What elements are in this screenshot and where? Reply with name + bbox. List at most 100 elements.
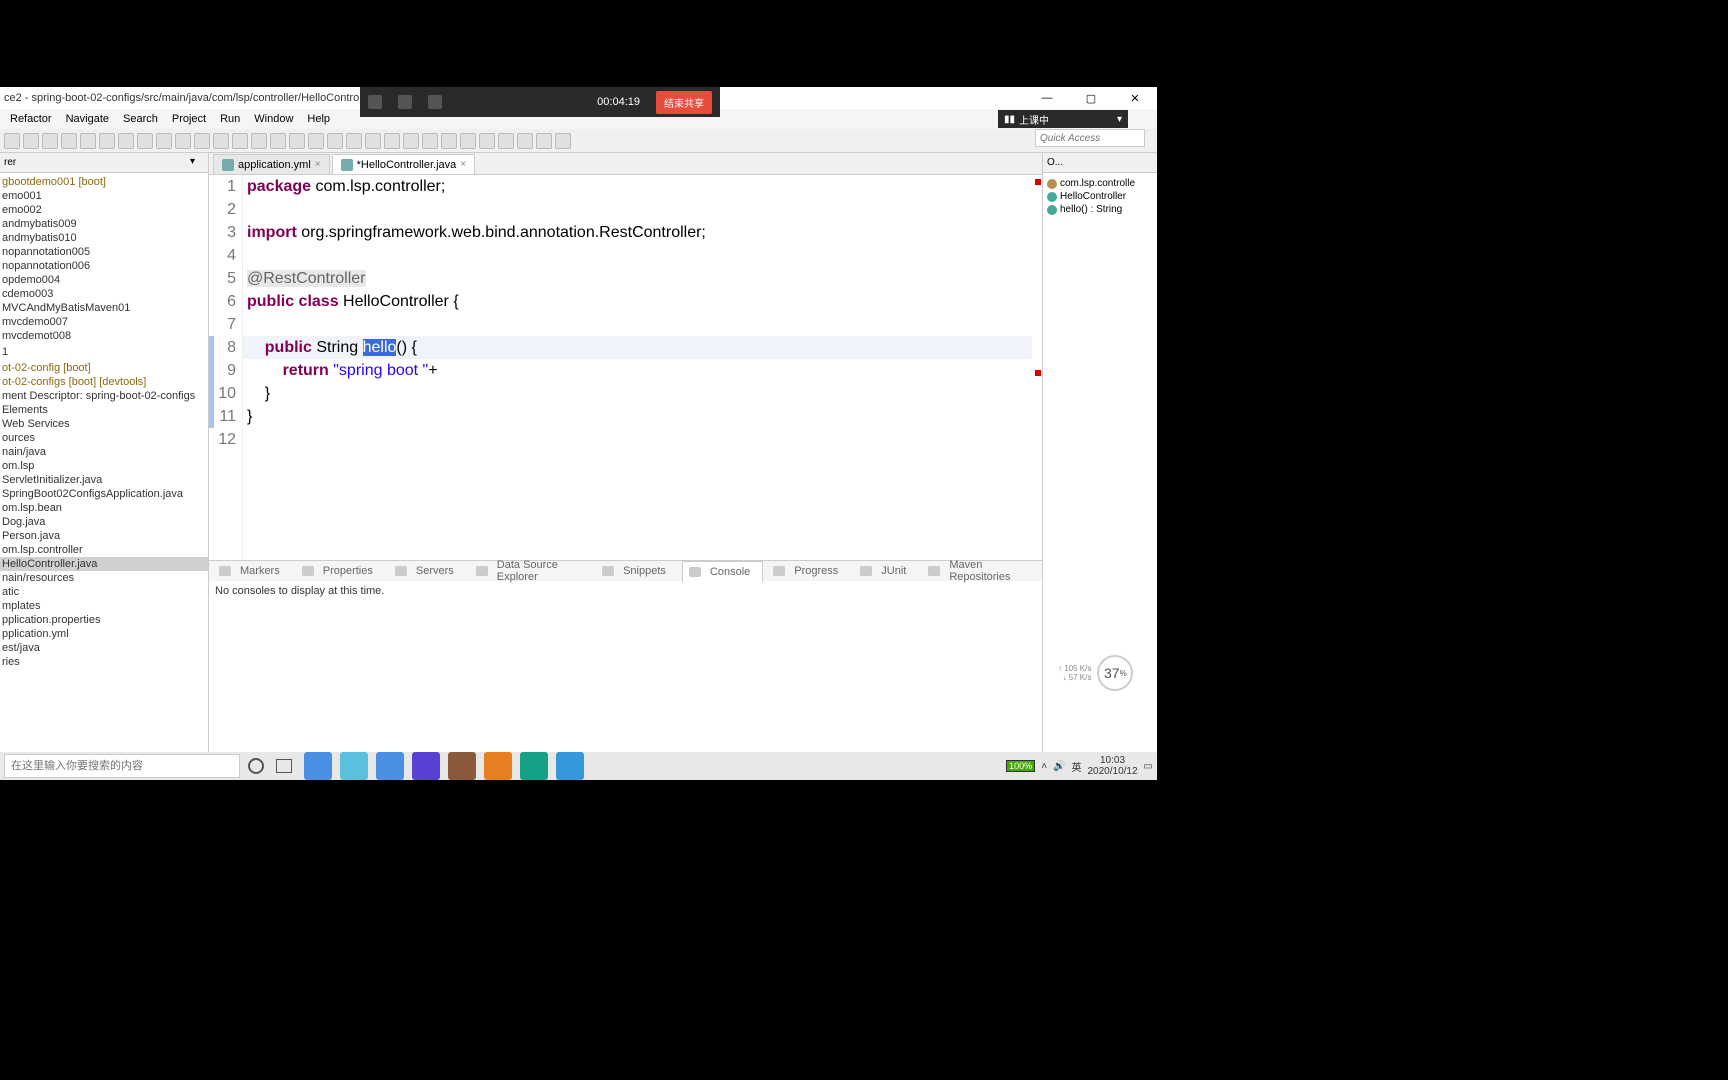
tree-item[interactable]: ot-02-configs [boot] [devtools] bbox=[0, 375, 208, 389]
mic-icon[interactable] bbox=[368, 95, 382, 109]
battery-indicator[interactable]: 100% bbox=[1006, 760, 1035, 772]
maximize-button[interactable]: ▢ bbox=[1069, 87, 1113, 109]
console-tab-servers[interactable]: Servers bbox=[389, 561, 466, 581]
menu-help[interactable]: Help bbox=[301, 111, 336, 127]
menu-refactor[interactable]: Refactor bbox=[4, 111, 58, 127]
tree-item[interactable]: emo001 bbox=[0, 189, 208, 203]
toolbar-icon[interactable] bbox=[42, 133, 58, 149]
tree-item[interactable]: gbootdemo001 [boot] bbox=[0, 175, 208, 189]
code-lines[interactable]: package com.lsp.controller;import org.sp… bbox=[243, 175, 1042, 560]
tree-item[interactable]: SpringBoot02ConfigsApplication.java bbox=[0, 487, 208, 501]
tree-item[interactable]: cdemo003 bbox=[0, 287, 208, 301]
outline-item[interactable]: hello() : String bbox=[1045, 203, 1155, 216]
clock[interactable]: 10:03 2020/10/12 bbox=[1087, 755, 1137, 777]
cortana-icon[interactable] bbox=[248, 758, 264, 774]
toolbar-icon[interactable] bbox=[194, 133, 210, 149]
console-tab-snippets[interactable]: Snippets bbox=[596, 561, 678, 581]
outline-tree[interactable]: com.lsp.controlleHelloControllerhello() … bbox=[1043, 173, 1157, 220]
app-icon[interactable] bbox=[304, 752, 332, 780]
toolbar-icon[interactable] bbox=[346, 133, 362, 149]
toolbar-icon[interactable] bbox=[175, 133, 191, 149]
toolbar-icon[interactable] bbox=[308, 133, 324, 149]
notifications-icon[interactable]: ▭ bbox=[1144, 761, 1153, 772]
outline-item[interactable]: com.lsp.controlle bbox=[1045, 177, 1155, 190]
quick-access-input[interactable] bbox=[1035, 129, 1145, 147]
stop-share-button[interactable]: 结束共享 bbox=[656, 91, 712, 114]
error-marker-icon[interactable] bbox=[1035, 179, 1041, 185]
app-icon[interactable] bbox=[412, 752, 440, 780]
tree-item[interactable]: Person.java bbox=[0, 529, 208, 543]
tree-item[interactable]: nain/resources bbox=[0, 571, 208, 585]
tree-item[interactable]: ment Descriptor: spring-boot-02-configs bbox=[0, 389, 208, 403]
minimize-button[interactable]: — bbox=[1025, 87, 1069, 109]
menu-project[interactable]: Project bbox=[166, 111, 212, 127]
code-editor[interactable]: 123456789101112 package com.lsp.controll… bbox=[209, 175, 1042, 560]
toolbar-icon[interactable] bbox=[536, 133, 552, 149]
status-dropdown[interactable]: ▮▮ 上课中 ▾ bbox=[998, 110, 1128, 128]
project-tree[interactable]: gbootdemo001 [boot]emo001emo002andmybati… bbox=[0, 173, 208, 760]
collapse-icon[interactable]: ▾ bbox=[190, 156, 204, 170]
app-icon[interactable] bbox=[520, 752, 548, 780]
outline-item[interactable]: HelloController bbox=[1045, 190, 1155, 203]
taskbar-search-input[interactable] bbox=[4, 754, 240, 778]
close-tab-icon[interactable]: × bbox=[460, 159, 466, 170]
console-tab-properties[interactable]: Properties bbox=[296, 561, 385, 581]
screen-icon[interactable] bbox=[428, 95, 442, 109]
tree-item[interactable]: HelloController.java bbox=[0, 557, 208, 571]
tree-item[interactable]: nopannotation006 bbox=[0, 259, 208, 273]
toolbar-icon[interactable] bbox=[270, 133, 286, 149]
console-tab-junit[interactable]: JUnit bbox=[854, 561, 918, 581]
editor-tab[interactable]: *HelloController.java× bbox=[332, 154, 476, 174]
toolbar-icon[interactable] bbox=[555, 133, 571, 149]
toolbar-icon[interactable] bbox=[80, 133, 96, 149]
tree-item[interactable]: Elements bbox=[0, 403, 208, 417]
tree-item[interactable]: opdemo004 bbox=[0, 273, 208, 287]
tree-item[interactable]: atic bbox=[0, 585, 208, 599]
tree-item[interactable]: om.lsp bbox=[0, 459, 208, 473]
tree-item[interactable]: mvcdemo007 bbox=[0, 315, 208, 329]
tree-item[interactable]: emo002 bbox=[0, 203, 208, 217]
app-icon[interactable] bbox=[484, 752, 512, 780]
tree-item[interactable]: pplication.properties bbox=[0, 613, 208, 627]
toolbar-icon[interactable] bbox=[4, 133, 20, 149]
tree-item[interactable]: ServletInitializer.java bbox=[0, 473, 208, 487]
toolbar-icon[interactable] bbox=[403, 133, 419, 149]
tree-item[interactable]: om.lsp.controller bbox=[0, 543, 208, 557]
tree-item[interactable]: andmybatis010 bbox=[0, 231, 208, 245]
app-icon[interactable] bbox=[448, 752, 476, 780]
menu-search[interactable]: Search bbox=[117, 111, 164, 127]
app-icon[interactable] bbox=[376, 752, 404, 780]
toolbar-icon[interactable] bbox=[479, 133, 495, 149]
toolbar-icon[interactable] bbox=[327, 133, 343, 149]
tree-item[interactable]: Web Services bbox=[0, 417, 208, 431]
toolbar-icon[interactable] bbox=[498, 133, 514, 149]
toolbar-icon[interactable] bbox=[460, 133, 476, 149]
toolbar-icon[interactable] bbox=[213, 133, 229, 149]
toolbar-icon[interactable] bbox=[289, 133, 305, 149]
menu-run[interactable]: Run bbox=[214, 111, 246, 127]
tray-up-icon[interactable]: ˄ bbox=[1041, 761, 1047, 772]
tree-item[interactable]: ources bbox=[0, 431, 208, 445]
tree-item[interactable]: ries bbox=[0, 655, 208, 669]
tree-item[interactable]: andmybatis009 bbox=[0, 217, 208, 231]
tree-item[interactable]: ot-02-config [boot] bbox=[0, 361, 208, 375]
toolbar-icon[interactable] bbox=[422, 133, 438, 149]
close-button[interactable]: ✕ bbox=[1113, 87, 1157, 109]
video-icon[interactable] bbox=[398, 95, 412, 109]
tree-item[interactable]: om.lsp.bean bbox=[0, 501, 208, 515]
tree-item[interactable]: mplates bbox=[0, 599, 208, 613]
toolbar-icon[interactable] bbox=[99, 133, 115, 149]
toolbar-icon[interactable] bbox=[384, 133, 400, 149]
error-marker-icon[interactable] bbox=[1035, 370, 1041, 376]
toolbar-icon[interactable] bbox=[517, 133, 533, 149]
toolbar-icon[interactable] bbox=[23, 133, 39, 149]
toolbar-icon[interactable] bbox=[118, 133, 134, 149]
tree-item[interactable]: pplication.yml bbox=[0, 627, 208, 641]
tree-item[interactable]: Dog.java bbox=[0, 515, 208, 529]
toolbar-icon[interactable] bbox=[137, 133, 153, 149]
app-icon[interactable] bbox=[556, 752, 584, 780]
toolbar-icon[interactable] bbox=[156, 133, 172, 149]
console-tab-console[interactable]: Console bbox=[682, 561, 763, 582]
tree-item[interactable]: est/java bbox=[0, 641, 208, 655]
console-tab-progress[interactable]: Progress bbox=[767, 561, 850, 581]
